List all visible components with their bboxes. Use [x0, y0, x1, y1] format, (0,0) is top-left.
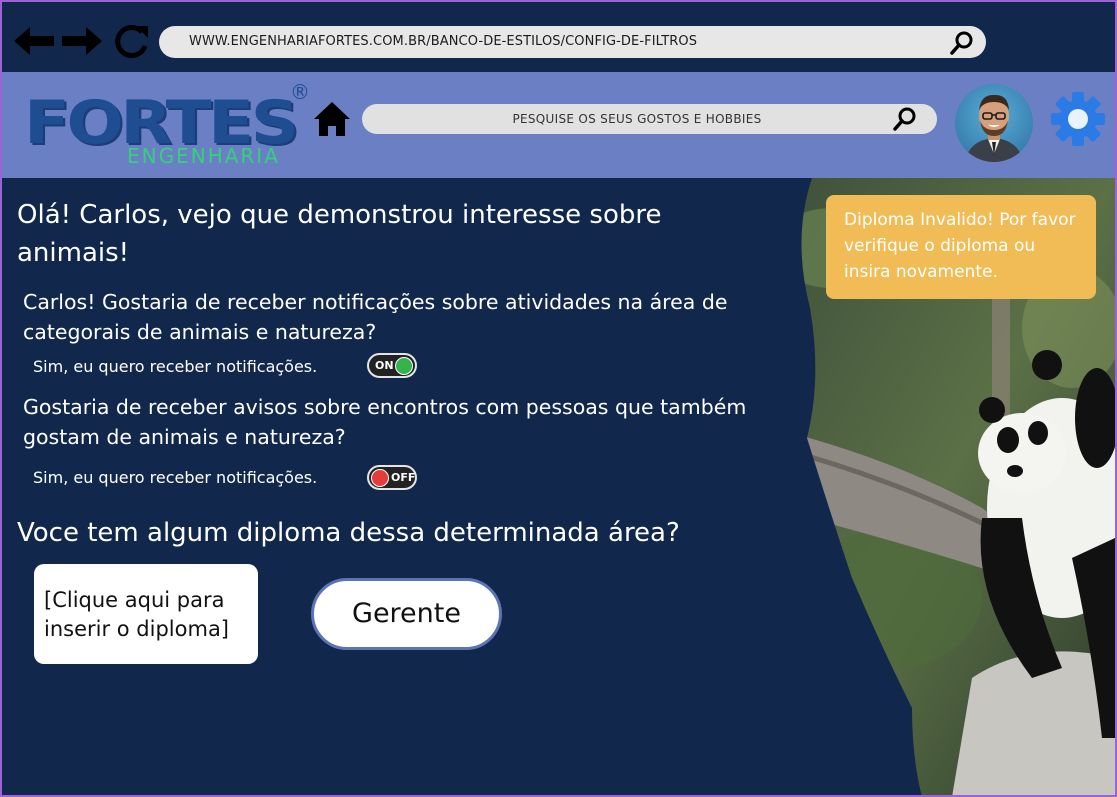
- browser-toolbar: WWW.ENGENHARIAFORTES.COM.BR/BANCO-DE-EST…: [2, 2, 1115, 72]
- question-meetings: Gostaria de receber avisos sobre encontr…: [23, 395, 747, 449]
- avatar[interactable]: [955, 84, 1033, 162]
- search-input[interactable]: PESQUISE OS SEUS GOSTOS E HOBBIES: [362, 104, 937, 134]
- gear-icon[interactable]: [1049, 90, 1107, 148]
- url-bar[interactable]: WWW.ENGENHARIAFORTES.COM.BR/BANCO-DE-EST…: [159, 26, 986, 58]
- home-icon[interactable]: [312, 99, 352, 139]
- toggle-off-label: OFF: [391, 471, 416, 484]
- diploma-error-alert: Diploma Invalido! Por favor verifique o …: [826, 195, 1096, 299]
- option-meetings-label: Sim, eu quero receber notificações.: [33, 468, 318, 487]
- toggle-on-label: ON: [375, 359, 394, 372]
- search-icon[interactable]: [892, 106, 918, 132]
- meetings-toggle[interactable]: OFF: [367, 465, 417, 490]
- upload-diploma-button[interactable]: [Clique aqui para inserir o diploma]: [34, 564, 258, 664]
- toggle-knob: [371, 469, 389, 487]
- search-icon[interactable]: [949, 30, 975, 56]
- logo-subtitle: ENGENHARIA: [127, 144, 280, 168]
- app-frame: WWW.ENGENHARIAFORTES.COM.BR/BANCO-DE-EST…: [0, 0, 1117, 797]
- toggle-knob: [395, 357, 413, 375]
- option-activities-label: Sim, eu quero receber notificações.: [33, 357, 318, 376]
- url-text: WWW.ENGENHARIAFORTES.COM.BR/BANCO-DE-EST…: [189, 34, 698, 49]
- logo-registered-mark: ®: [290, 80, 310, 104]
- greeting-heading: Olá! Carlos, vejo que demonstrou interes…: [17, 200, 662, 268]
- reload-icon[interactable]: [112, 22, 152, 62]
- app-header: FORTES ® ENGENHARIA PESQUISE OS SEUS GOS…: [2, 72, 1115, 178]
- question-diploma: Voce tem algum diploma dessa determinada…: [17, 518, 680, 548]
- arrow-right-icon[interactable]: [60, 22, 104, 60]
- manager-button[interactable]: Gerente: [311, 578, 502, 650]
- activities-toggle[interactable]: ON: [367, 353, 417, 378]
- question-activities: Carlos! Gostaria de receber notificações…: [23, 290, 728, 344]
- search-placeholder: PESQUISE OS SEUS GOSTOS E HOBBIES: [512, 112, 762, 126]
- arrow-left-icon[interactable]: [12, 22, 56, 60]
